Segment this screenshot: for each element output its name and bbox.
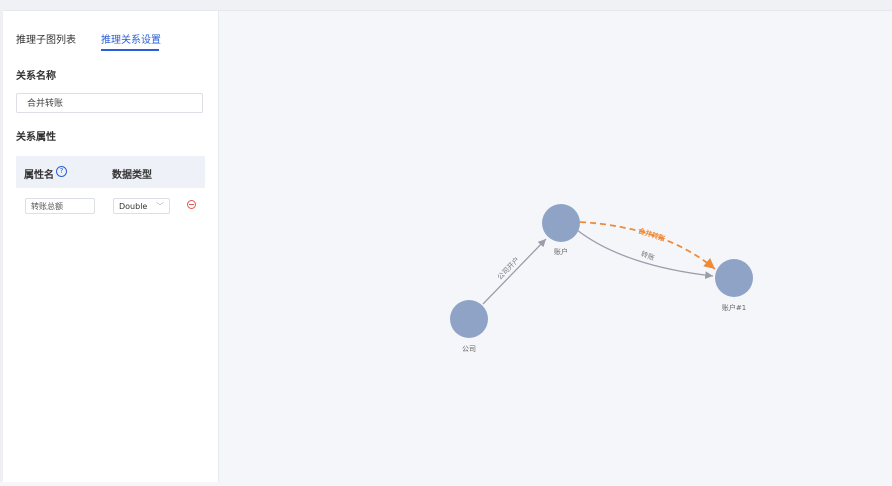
settings-panel: 推理子图列表 推理关系设置 关系名称 合并转账 关系属性 属性名 ? 数据类型 …	[3, 11, 219, 482]
graph-canvas[interactable]: 公司开户 转账 合并转账 账户 账户#1 公司	[219, 11, 892, 482]
prop-name-input[interactable]: 转账总额	[25, 198, 95, 214]
active-tab-indicator	[101, 49, 159, 51]
remove-row-icon[interactable]	[187, 200, 196, 209]
relation-props-label: 关系属性	[16, 132, 56, 143]
tab-subgraph-list[interactable]: 推理子图列表	[16, 31, 76, 46]
data-type-value: Double	[119, 202, 148, 211]
help-icon[interactable]: ?	[56, 166, 67, 177]
node-company[interactable]	[450, 300, 488, 338]
props-table-header: 属性名 ? 数据类型	[16, 156, 205, 188]
node-label-account1: 账户#1	[722, 303, 746, 312]
edge-label-merged-transfer: 合并转账	[636, 226, 666, 244]
tab-relation-settings[interactable]: 推理关系设置	[101, 31, 161, 46]
top-bar	[0, 0, 892, 11]
col-prop-name: 属性名	[24, 170, 54, 181]
col-data-type: 数据类型	[112, 170, 152, 181]
relation-name-label: 关系名称	[16, 71, 56, 82]
node-account1[interactable]	[715, 259, 753, 297]
chevron-down-icon: ﹀	[156, 202, 164, 211]
data-type-select[interactable]: Double ﹀	[113, 198, 170, 214]
edge-company-account[interactable]	[482, 238, 547, 305]
graph-svg: 公司开户 转账 合并转账 账户 账户#1 公司	[450, 204, 753, 353]
node-account[interactable]	[542, 204, 580, 242]
relation-name-input[interactable]: 合并转账	[16, 93, 203, 113]
node-label-company: 公司	[462, 345, 476, 353]
node-label-account: 账户	[554, 247, 568, 256]
edge-label-transfer: 转账	[640, 249, 656, 262]
